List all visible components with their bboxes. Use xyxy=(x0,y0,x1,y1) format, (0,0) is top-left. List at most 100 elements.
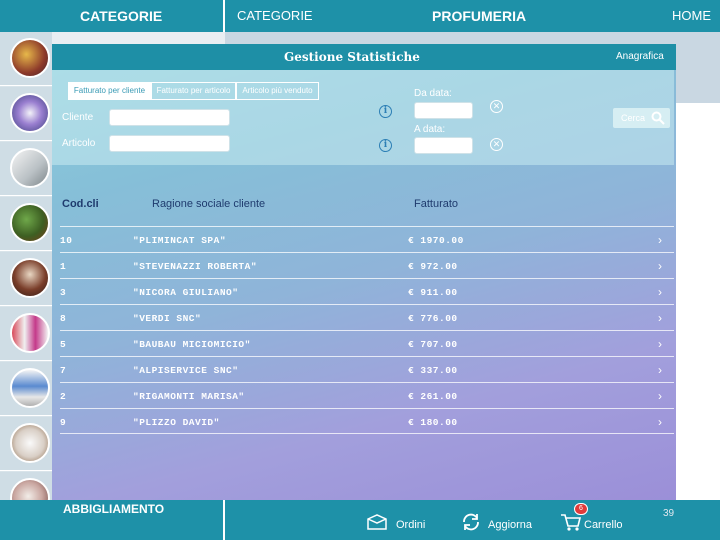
cerca-label: Cerca xyxy=(621,113,646,123)
tab-articolo-piu-venduto[interactable]: Articolo più venduto xyxy=(236,82,319,100)
row-name: "VERDI SNC" xyxy=(133,313,202,324)
refresh-icon[interactable] xyxy=(460,512,482,532)
vegetables-icon xyxy=(10,203,50,243)
row-revenue: € 1970.00 xyxy=(408,235,464,246)
row-code: 10 xyxy=(60,235,73,246)
category-item-wine[interactable] xyxy=(0,252,52,306)
chevron-right-icon: › xyxy=(658,285,662,299)
cliente-field[interactable] xyxy=(109,109,230,126)
table-row[interactable]: 9 "PLIZZO DAVID" € 180.00 › xyxy=(60,408,674,434)
appliance-icon xyxy=(10,148,50,188)
makeup-compact-icon xyxy=(10,93,50,133)
column-header-code: Cod.cli xyxy=(62,198,99,210)
page-number: 39 xyxy=(663,508,675,519)
bottles-icon xyxy=(10,313,50,353)
row-revenue: € 180.00 xyxy=(408,417,458,428)
wine-glass-icon xyxy=(10,258,50,298)
content-background-right xyxy=(675,103,720,500)
perfume-bottles-icon xyxy=(10,38,50,78)
top-bar: CATEGORIE CATEGORIE PROFUMERIA HOME xyxy=(0,0,720,32)
category-item-glassware[interactable] xyxy=(0,417,52,471)
glasses-icon xyxy=(10,423,50,463)
row-code: 5 xyxy=(60,339,67,350)
row-revenue: € 261.00 xyxy=(408,391,458,402)
chevron-right-icon: › xyxy=(658,259,662,273)
da-data-field[interactable] xyxy=(414,102,473,119)
row-name: "BAUBAU MICIOMICIO" xyxy=(133,339,251,350)
row-code: 7 xyxy=(60,365,67,376)
cerca-button[interactable]: Cerca xyxy=(613,108,670,128)
cliente-info-icon[interactable]: i xyxy=(379,105,392,118)
row-name: "RIGAMONTI MARISA" xyxy=(133,391,245,402)
chevron-right-icon: › xyxy=(658,415,662,429)
chevron-right-icon: › xyxy=(658,337,662,351)
a-data-label: A data: xyxy=(414,124,446,135)
row-name: "STEVENAZZI ROBERTA" xyxy=(133,261,258,272)
row-name: "NICORA GIULIANO" xyxy=(133,287,239,298)
row-code: 1 xyxy=(60,261,67,272)
home-link[interactable]: HOME xyxy=(672,8,711,23)
chevron-right-icon: › xyxy=(658,311,662,325)
category-item-makeup[interactable] xyxy=(0,87,52,141)
da-data-label: Da data: xyxy=(414,88,452,99)
row-code: 2 xyxy=(60,391,67,402)
categories-breadcrumb-link[interactable]: CATEGORIE xyxy=(237,8,313,23)
table-row[interactable]: 8 "VERDI SNC" € 776.00 › xyxy=(60,304,674,330)
column-header-name: Ragione sociale cliente xyxy=(152,198,266,210)
search-icon xyxy=(651,111,665,125)
shelf-products-icon xyxy=(10,368,50,408)
category-item-food[interactable] xyxy=(0,197,52,251)
row-revenue: € 911.00 xyxy=(408,287,458,298)
row-name: "ALPISERVICE SNC" xyxy=(133,365,239,376)
category-sidebar xyxy=(0,32,52,526)
panel-title: Gestione Statistiche xyxy=(284,50,420,64)
tab-fatturato-per-articolo[interactable]: Fatturato per articolo xyxy=(151,82,236,100)
bottom-bar: ABBIGLIAMENTO Ordini Aggiorna 6 Carrello… xyxy=(0,500,720,540)
articolo-label: Articolo xyxy=(62,138,96,149)
aggiorna-button[interactable]: Aggiorna xyxy=(488,519,532,531)
categories-header: CATEGORIE xyxy=(0,0,225,32)
articolo-field[interactable] xyxy=(109,135,230,152)
row-name: "PLIMINCAT SPA" xyxy=(133,235,227,246)
articolo-info-icon[interactable]: i xyxy=(379,139,392,152)
orders-box-icon[interactable] xyxy=(366,512,388,532)
category-current[interactable]: ABBIGLIAMENTO xyxy=(0,500,225,540)
row-revenue: € 776.00 xyxy=(408,313,458,324)
row-code: 3 xyxy=(60,287,67,298)
table-row[interactable]: 10 "PLIMINCAT SPA" € 1970.00 › xyxy=(60,226,674,252)
chevron-right-icon: › xyxy=(658,363,662,377)
table-row[interactable]: 3 "NICORA GIULIANO" € 911.00 › xyxy=(60,278,674,304)
table-row[interactable]: 7 "ALPISERVICE SNC" € 337.00 › xyxy=(60,356,674,382)
cart-icon[interactable] xyxy=(560,512,582,532)
table-row[interactable]: 1 "STEVENAZZI ROBERTA" € 972.00 › xyxy=(60,252,674,278)
category-item-perfume[interactable] xyxy=(0,32,52,86)
row-revenue: € 707.00 xyxy=(408,339,458,350)
panel-header: Gestione Statistiche Anagrafica xyxy=(52,44,676,70)
category-current-label: ABBIGLIAMENTO xyxy=(63,502,165,516)
table-row[interactable]: 2 "RIGAMONTI MARISA" € 261.00 › xyxy=(60,382,674,408)
categories-title: CATEGORIE xyxy=(80,8,163,24)
clear-a-data-icon[interactable]: ✕ xyxy=(490,138,503,151)
category-item-appliances[interactable] xyxy=(0,142,52,196)
column-header-revenue: Fatturato xyxy=(414,198,459,210)
row-revenue: € 337.00 xyxy=(408,365,458,376)
statistics-panel: Gestione Statistiche Anagrafica Fatturat… xyxy=(52,44,676,500)
page-title: PROFUMERIA xyxy=(432,8,527,24)
row-revenue: € 972.00 xyxy=(408,261,458,272)
cart-count-badge: 6 xyxy=(574,503,588,515)
category-item-drinks[interactable] xyxy=(0,307,52,361)
tab-fatturato-per-cliente[interactable]: Fatturato per cliente xyxy=(68,82,151,100)
ordini-button[interactable]: Ordini xyxy=(396,519,425,531)
a-data-field[interactable] xyxy=(414,137,473,154)
table-row[interactable]: 5 "BAUBAU MICIOMICIO" € 707.00 › xyxy=(60,330,674,356)
row-code: 9 xyxy=(60,417,67,428)
anagrafica-link[interactable]: Anagrafica xyxy=(616,51,664,62)
carrello-button[interactable]: Carrello xyxy=(584,519,623,531)
clear-da-data-icon[interactable]: ✕ xyxy=(490,100,503,113)
chevron-right-icon: › xyxy=(658,389,662,403)
category-item-household[interactable] xyxy=(0,362,52,416)
row-code: 8 xyxy=(60,313,67,324)
chevron-right-icon: › xyxy=(658,233,662,247)
row-name: "PLIZZO DAVID" xyxy=(133,417,220,428)
cliente-label: Cliente xyxy=(62,112,94,123)
